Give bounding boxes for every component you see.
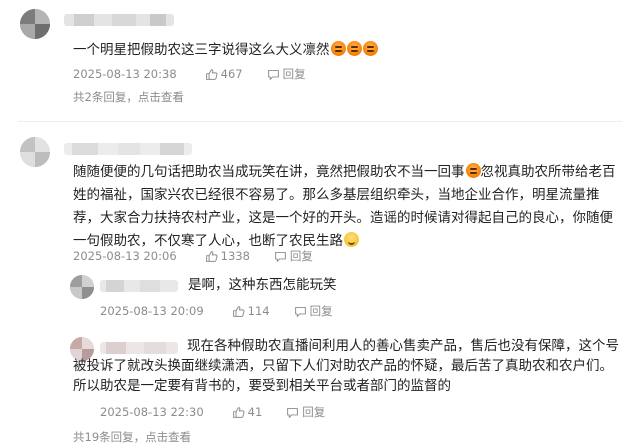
comment-text: 一个明星把假助农这三字说得这么大义凛然 (73, 39, 613, 62)
angry-face-emoji (362, 41, 378, 56)
comment-bubble-icon (274, 250, 287, 263)
reply-label: 回复 (302, 405, 326, 419)
comment-meta: 2025-08-13 20:38 467 回复 (73, 66, 306, 82)
reply-button[interactable]: 回复 (294, 303, 333, 319)
angry-face-emoji (465, 163, 481, 178)
avatar[interactable] (20, 137, 50, 167)
username-blurred[interactable] (100, 280, 178, 292)
comment-text-body: 一个明星把假助农这三字说得这么大义凛然 (73, 42, 330, 58)
angry-face-emoji (346, 41, 362, 56)
reply-label: 回复 (282, 67, 306, 81)
reply-text-body: 是啊，这种东西怎能玩笑 (188, 277, 337, 293)
avatar[interactable] (70, 275, 94, 299)
thumbs-up-icon (232, 305, 245, 318)
view-replies-link[interactable]: 点击查看 (138, 90, 184, 104)
thumbs-up-icon (232, 406, 245, 419)
reply-label: 回复 (309, 304, 333, 318)
comment-text-body-1: 随随便便的几句话把助农当成玩笑在讲，竟然把假助农不当一回事 (73, 164, 465, 180)
reply-button[interactable]: 回复 (267, 66, 306, 82)
like-button[interactable]: 41 (232, 405, 263, 419)
comment-bubble-icon (286, 406, 299, 419)
comment-bubble-icon (267, 68, 280, 81)
reply-text: 现在各种假助农直播间利用人的善心售卖产品，售后也没有保障，这个号被投诉了就改头换… (73, 336, 625, 396)
grinning-face-emoji (344, 232, 359, 247)
reply-meta: 2025-08-13 22:30 41 回复 (100, 404, 325, 420)
username-blurred[interactable] (64, 143, 192, 155)
comment-bubble-icon (294, 305, 307, 318)
reply-meta: 2025-08-13 20:09 114 回复 (100, 303, 333, 319)
like-count: 467 (220, 67, 243, 81)
like-button[interactable]: 467 (205, 67, 243, 81)
reply-text: 是啊，这种东西怎能玩笑 (188, 274, 608, 297)
comment-text: 随随便便的几句话把助农当成玩笑在讲，竟然把假助农不当一回事 忽视真助农所带给老百姓… (73, 161, 621, 253)
like-button[interactable]: 1338 (205, 249, 250, 263)
comment-meta: 2025-08-13 20:06 1338 回复 (73, 248, 313, 264)
comment-date: 2025-08-13 20:38 (73, 67, 177, 81)
reply-button[interactable]: 回复 (274, 248, 313, 264)
username-blurred[interactable] (64, 14, 174, 26)
reply-date: 2025-08-13 22:30 (100, 405, 204, 419)
reply-date: 2025-08-13 20:09 (100, 304, 204, 318)
like-count: 41 (247, 405, 263, 419)
comment-date: 2025-08-13 20:06 (73, 249, 177, 263)
replies-count: 共19条回复， (73, 430, 146, 444)
comment-divider (18, 121, 622, 122)
view-replies-link[interactable]: 点击查看 (145, 430, 191, 444)
like-button[interactable]: 114 (232, 304, 270, 318)
thumbs-up-icon (205, 250, 218, 263)
view-replies: 共19条回复，点击查看 (73, 429, 191, 445)
angry-face-emoji (330, 41, 346, 56)
like-count: 114 (247, 304, 270, 318)
reply-button[interactable]: 回复 (286, 404, 325, 420)
reply-text-body: 现在各种假助农直播间利用人的善心售卖产品，售后也没有保障，这个号被投诉了就改头换… (73, 338, 619, 394)
reply-label: 回复 (289, 249, 313, 263)
avatar[interactable] (20, 9, 50, 39)
view-replies: 共2条回复，点击查看 (73, 89, 184, 105)
like-count: 1338 (220, 249, 250, 263)
thumbs-up-icon (205, 68, 218, 81)
replies-count: 共2条回复， (73, 90, 138, 104)
